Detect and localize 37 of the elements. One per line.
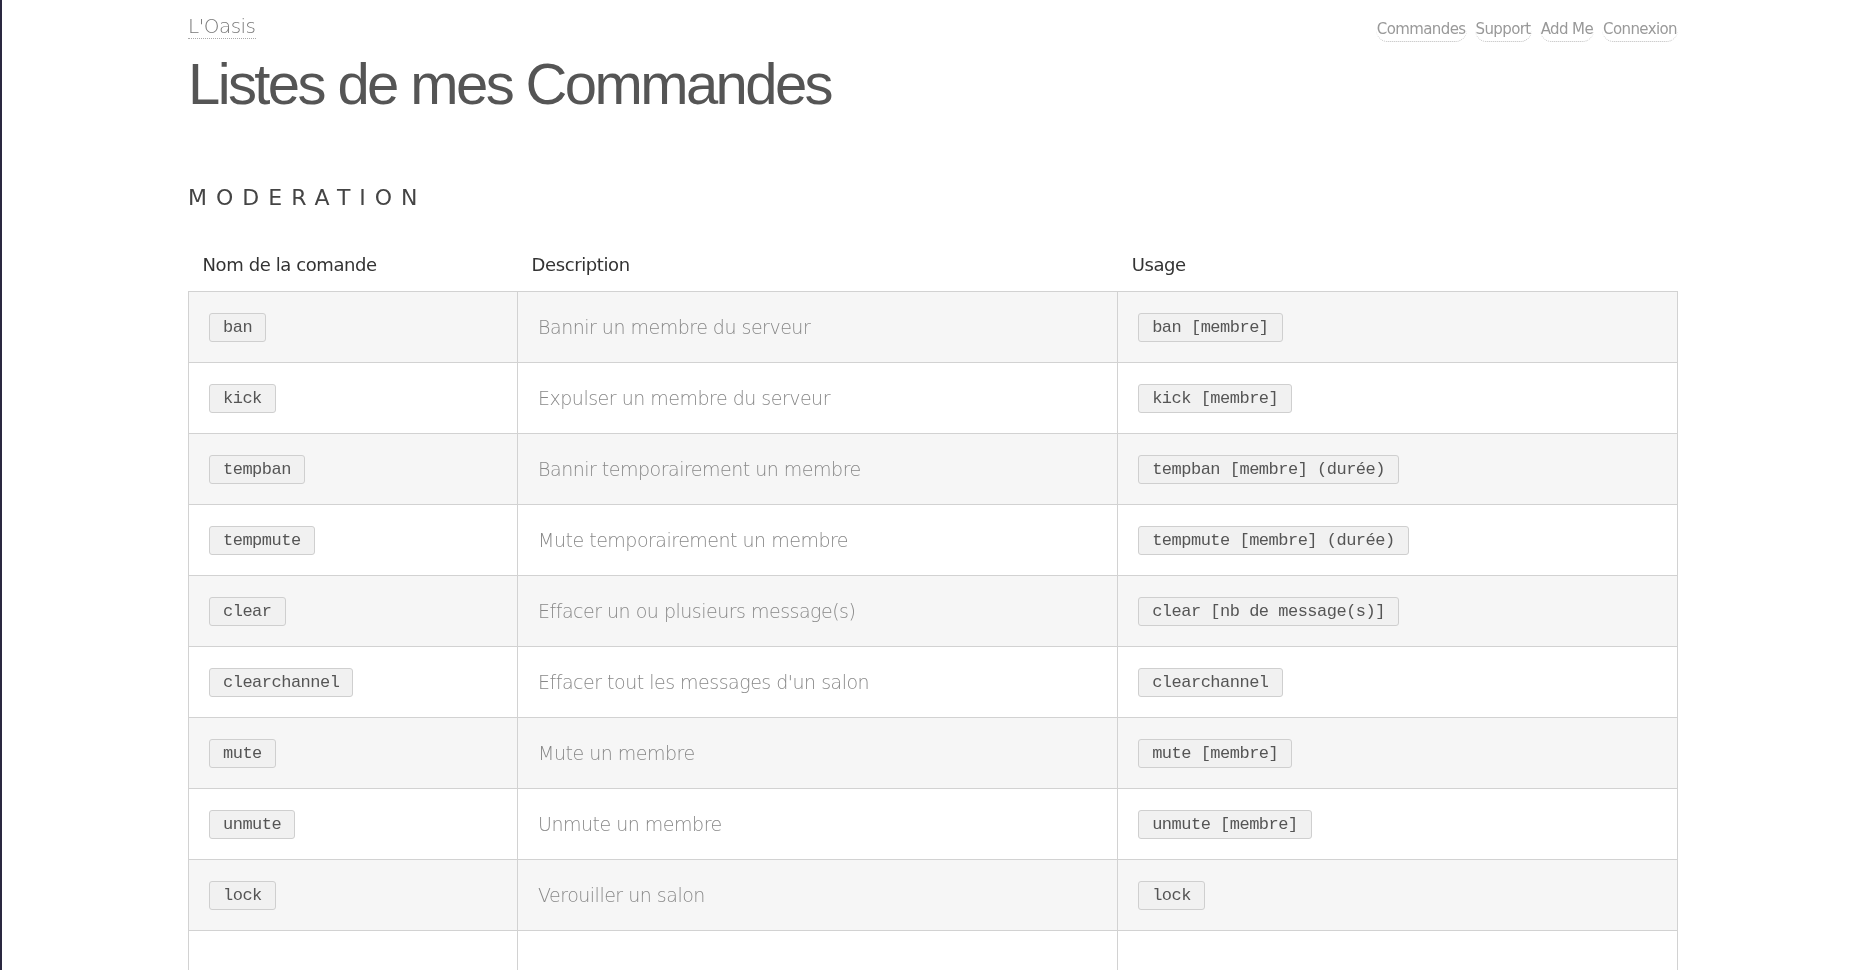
description-cell: Verouiller un salon [517,859,1118,931]
usage-code: lock [1138,880,1205,910]
command-code: kick [209,383,276,413]
description-cell: Effacer un ou plusieurs message(s) [517,575,1118,647]
command-code: unmute [209,809,296,839]
command-code: clear [209,596,286,626]
column-header: Usage [1117,254,1678,292]
section-heading: MODERATION [188,185,428,210]
usage-code: clear [nb de message(s)] [1138,596,1399,626]
description-cell: Bannir temporairement un membre [517,433,1118,505]
usage-code: mute [membre] [1138,738,1293,768]
usage-code: tempmute [membre] (durée) [1138,525,1409,555]
usage-code: kick [membre] [1138,383,1293,413]
description-cell: Bannir un membre du serveur [517,291,1118,363]
nav-link[interactable]: Support [1474,20,1532,42]
command-code: tempban [209,454,305,484]
nav-link[interactable]: Commandes [1375,20,1467,42]
command-code: tempmute [209,525,315,555]
command-code: mute [209,738,276,768]
column-header: Description [517,254,1118,292]
page-title: Listes de mes Commandes [188,50,833,117]
description-cell: Mute temporairement un membre [517,504,1118,576]
command-code: clearchannel [209,667,354,697]
command-code: ban [209,312,267,342]
usage-code: clearchannel [1138,667,1283,697]
nav-link[interactable]: Add Me [1539,20,1595,42]
nav-link[interactable]: Connexion [1602,20,1678,42]
description-cell: Effacer tout les messages d'un salon [517,646,1118,718]
site-logo-link[interactable]: L'Oasis [188,14,256,39]
description-cell: Mute un membre [517,717,1118,789]
column-header: Nom de la comande [188,254,518,292]
usage-code: tempban [membre] (durée) [1138,454,1399,484]
usage-code: unmute [membre] [1138,809,1312,839]
description-cell: Unmute un membre [517,788,1118,860]
usage-code: ban [membre] [1138,312,1283,342]
command-code: lock [209,880,276,910]
description-cell: Expulser un membre du serveur [517,362,1118,434]
